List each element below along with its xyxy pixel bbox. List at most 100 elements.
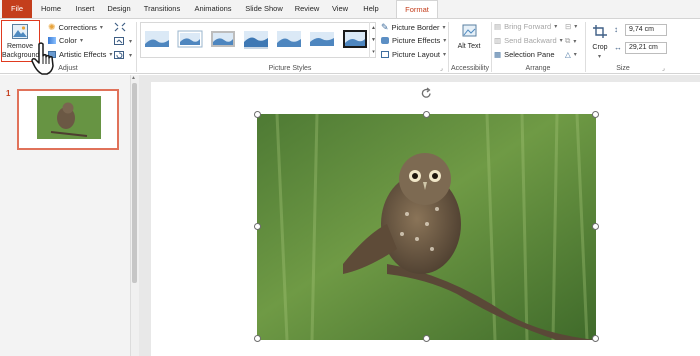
resize-handle-bottom-right[interactable]	[592, 335, 599, 342]
tab-transitions[interactable]: Transitions	[138, 0, 186, 18]
picture-border-icon: ✎	[381, 22, 389, 32]
remove-background-icon	[12, 24, 28, 39]
selection-pane-label: Selection Pane	[504, 50, 555, 59]
dialog-launcher-icon[interactable]: ⌟	[440, 65, 443, 72]
owl-picture[interactable]	[257, 114, 596, 340]
tab-design[interactable]: Design	[104, 0, 134, 18]
chevron-down-icon: ▾	[559, 38, 563, 44]
chevron-down-icon: ▾	[598, 54, 602, 60]
resize-handle-top[interactable]	[423, 111, 430, 118]
crop-label: Crop	[592, 44, 608, 51]
accessibility-group-label: Accessibility	[450, 65, 490, 72]
send-backward-label: Send Backward	[504, 36, 557, 45]
rotate-button[interactable]: △ ▾	[565, 50, 577, 59]
picture-style-5[interactable]	[276, 28, 302, 50]
picture-effects-icon	[381, 37, 389, 44]
reset-picture-button[interactable]: ▾	[114, 50, 132, 60]
chevron-down-icon: ▾	[129, 38, 133, 45]
tab-format[interactable]: Format	[396, 0, 438, 19]
resize-handle-top-left[interactable]	[254, 111, 261, 118]
chevron-down-icon: ▾	[442, 25, 446, 31]
crop-button[interactable]: Crop ▾	[589, 21, 611, 61]
align-button[interactable]: ⊟ ▾	[565, 22, 577, 31]
slide-thumbnail-image	[37, 96, 101, 139]
corrections-button[interactable]: ✺ Corrections ▾	[48, 22, 103, 33]
picture-styles-group-label: Picture Styles	[268, 65, 312, 72]
picture-styles-gallery	[140, 22, 376, 58]
picture-style-4[interactable]	[243, 28, 269, 50]
size-group-label: Size	[616, 65, 630, 72]
tab-slide-show[interactable]: Slide Show	[240, 0, 288, 18]
send-backward-button[interactable]: ▥ Send Backward ▾	[494, 36, 563, 45]
selection-pane-icon: ▦	[494, 50, 502, 59]
chevron-down-icon: ▾	[79, 38, 83, 44]
scroll-up-icon[interactable]: ▲	[131, 75, 136, 81]
ribbon-tab-bar: File Home Insert Design Transitions Anim…	[0, 0, 700, 19]
gallery-more-icon[interactable]: ▾	[370, 46, 377, 58]
chevron-down-icon: ▾	[574, 24, 578, 30]
tab-home[interactable]: Home	[36, 0, 66, 18]
slide-thumbnail[interactable]	[17, 89, 119, 150]
tab-insert[interactable]: Insert	[70, 0, 100, 18]
picture-style-3[interactable]	[210, 28, 236, 50]
resize-handle-right[interactable]	[592, 223, 599, 230]
chevron-down-icon: ▾	[109, 52, 113, 58]
height-field[interactable]: 9,74 cm	[625, 24, 667, 36]
picture-border-button[interactable]: ✎ Picture Border ▾	[381, 22, 446, 33]
picture-style-6[interactable]	[309, 28, 335, 50]
tab-animations[interactable]: Animations	[190, 0, 236, 18]
corrections-icon: ✺	[48, 22, 56, 32]
chevron-down-icon: ▾	[442, 52, 446, 58]
tab-file[interactable]: File	[2, 0, 32, 18]
rotate-icon: △	[565, 50, 571, 59]
dialog-launcher-icon[interactable]: ⌟	[662, 65, 665, 72]
group-button[interactable]: ⧉ ▾	[565, 36, 576, 46]
gallery-down-icon[interactable]: ▼	[370, 34, 377, 46]
reset-picture-icon	[114, 51, 124, 59]
crop-icon	[593, 25, 607, 38]
picture-layout-label: Picture Layout	[392, 50, 440, 59]
group-divider	[491, 22, 492, 72]
resize-handle-top-right[interactable]	[592, 111, 599, 118]
gallery-up-icon[interactable]: ▲	[370, 22, 377, 34]
resize-handle-bottom[interactable]	[423, 335, 430, 342]
group-icon: ⧉	[565, 36, 571, 45]
picture-layout-button[interactable]: Picture Layout ▾	[381, 50, 446, 59]
resize-handle-bottom-left[interactable]	[254, 335, 261, 342]
tab-help[interactable]: Help	[358, 0, 384, 18]
picture-style-7[interactable]	[342, 28, 368, 50]
group-divider	[585, 22, 586, 72]
bring-forward-button[interactable]: ▤ Bring Forward ▾	[494, 22, 557, 31]
tab-review[interactable]: Review	[292, 0, 322, 18]
chevron-down-icon: ▾	[129, 52, 133, 59]
compress-pictures-button[interactable]	[114, 22, 126, 32]
alt-text-label: Alt Text	[457, 43, 481, 50]
change-picture-button[interactable]: ▾	[114, 36, 132, 46]
artistic-effects-label: Artistic Effects	[59, 50, 107, 59]
rotation-handle-icon[interactable]	[420, 87, 433, 100]
width-field[interactable]: 29,21 cm	[625, 42, 667, 54]
group-divider	[448, 22, 449, 72]
chevron-down-icon: ▾	[573, 52, 577, 58]
scrollbar-thumb[interactable]	[132, 83, 137, 283]
bring-forward-icon: ▤	[494, 22, 502, 31]
gallery-scroll[interactable]: ▲ ▼ ▾	[369, 22, 377, 58]
ribbon: Remove Background ✺ Corrections ▾ Color …	[0, 18, 700, 74]
change-picture-icon	[114, 37, 124, 45]
picture-layout-icon	[381, 51, 389, 58]
alt-text-button[interactable]: Alt Text	[452, 21, 486, 61]
tab-view[interactable]: View	[326, 0, 354, 18]
alt-text-icon	[462, 24, 477, 37]
align-icon: ⊟	[565, 22, 572, 31]
slide-number: 1	[6, 89, 11, 98]
picture-border-label: Picture Border	[391, 23, 440, 32]
picture-effects-button[interactable]: Picture Effects ▾	[381, 36, 446, 45]
arrange-group-label: Arrange	[525, 65, 551, 72]
resize-handle-left[interactable]	[254, 223, 261, 230]
group-divider	[136, 22, 137, 72]
height-icon: ↕	[614, 25, 618, 34]
chevron-down-icon: ▾	[554, 24, 558, 30]
picture-style-2[interactable]	[177, 28, 203, 50]
picture-style-1[interactable]	[144, 28, 170, 50]
selection-pane-button[interactable]: ▦ Selection Pane	[494, 50, 555, 59]
